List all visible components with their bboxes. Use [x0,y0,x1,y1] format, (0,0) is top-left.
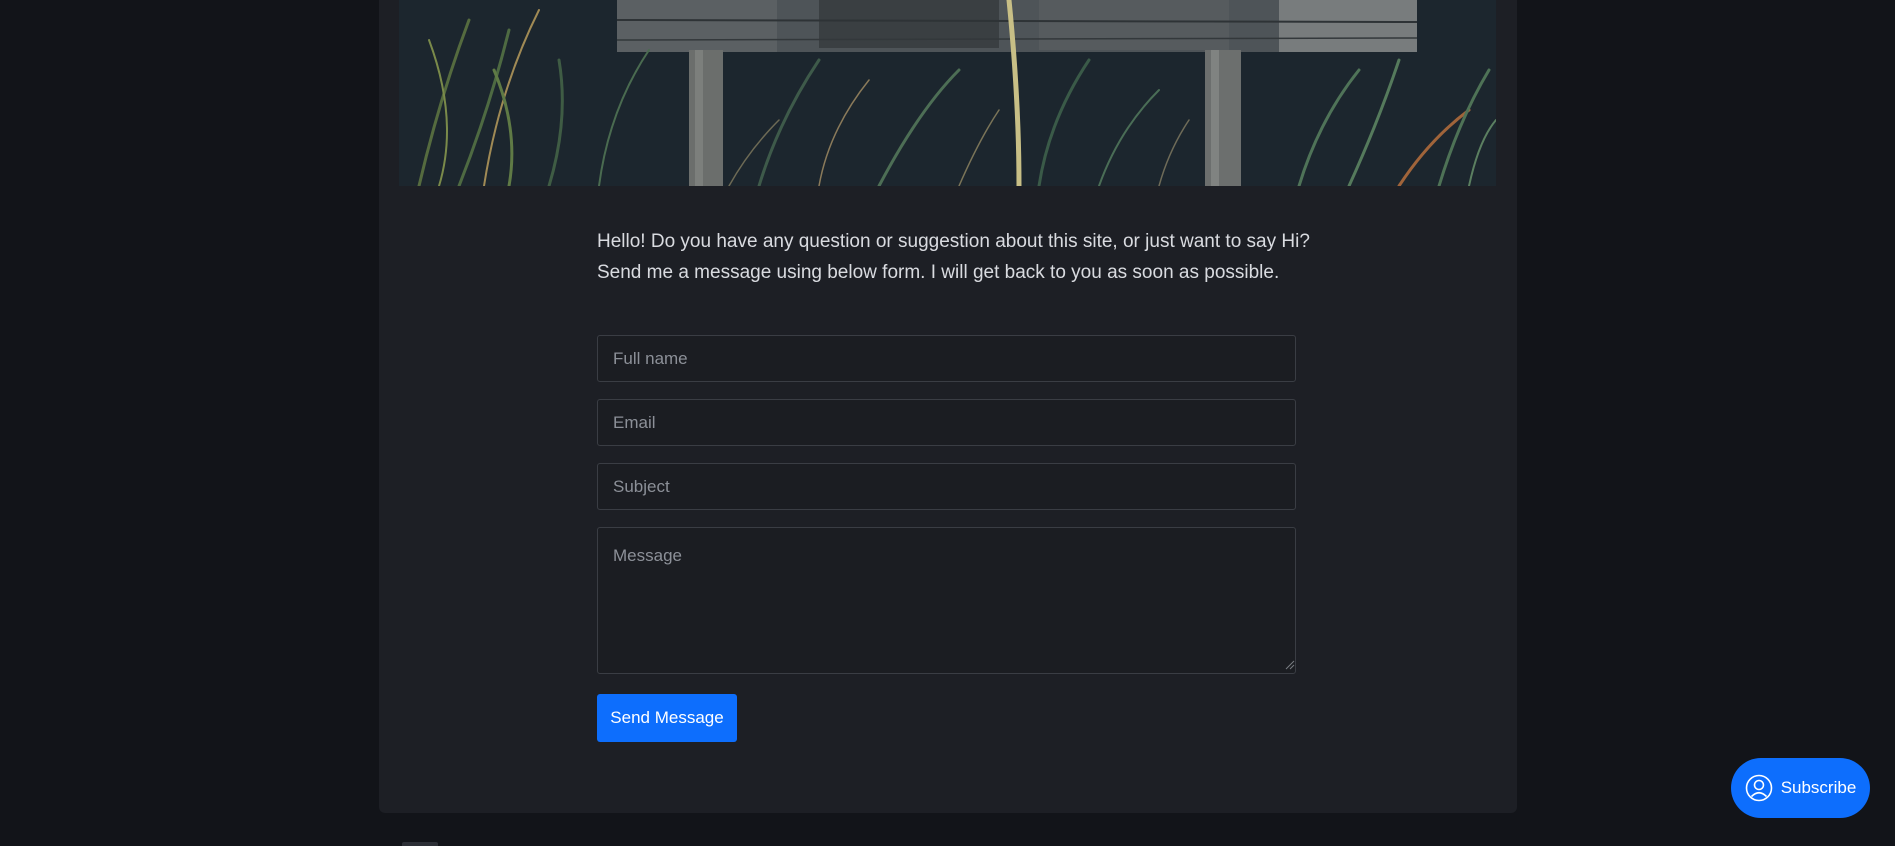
email-input[interactable] [597,399,1296,446]
contact-card: Hello! Do you have any question or sugge… [379,0,1517,813]
resize-grip-icon[interactable] [1283,658,1295,670]
hero-image [399,0,1496,186]
subscribe-button[interactable]: Subscribe [1731,758,1870,818]
subject-input[interactable] [597,463,1296,510]
fullname-input[interactable] [597,335,1296,382]
user-circle-icon [1745,774,1772,802]
send-message-button[interactable]: Send Message [597,694,737,742]
footer-element [402,842,438,846]
contact-intro: Hello! Do you have any question or sugge… [597,226,1317,288]
hero-image-graphic [399,0,1496,186]
page: Hello! Do you have any question or sugge… [0,0,1895,846]
subscribe-label: Subscribe [1780,778,1857,797]
message-textarea[interactable] [597,527,1296,674]
intro-line-1: Hello! Do you have any question or sugge… [597,231,1310,252]
intro-line-2: Send me a message using below form. I wi… [597,262,1280,283]
